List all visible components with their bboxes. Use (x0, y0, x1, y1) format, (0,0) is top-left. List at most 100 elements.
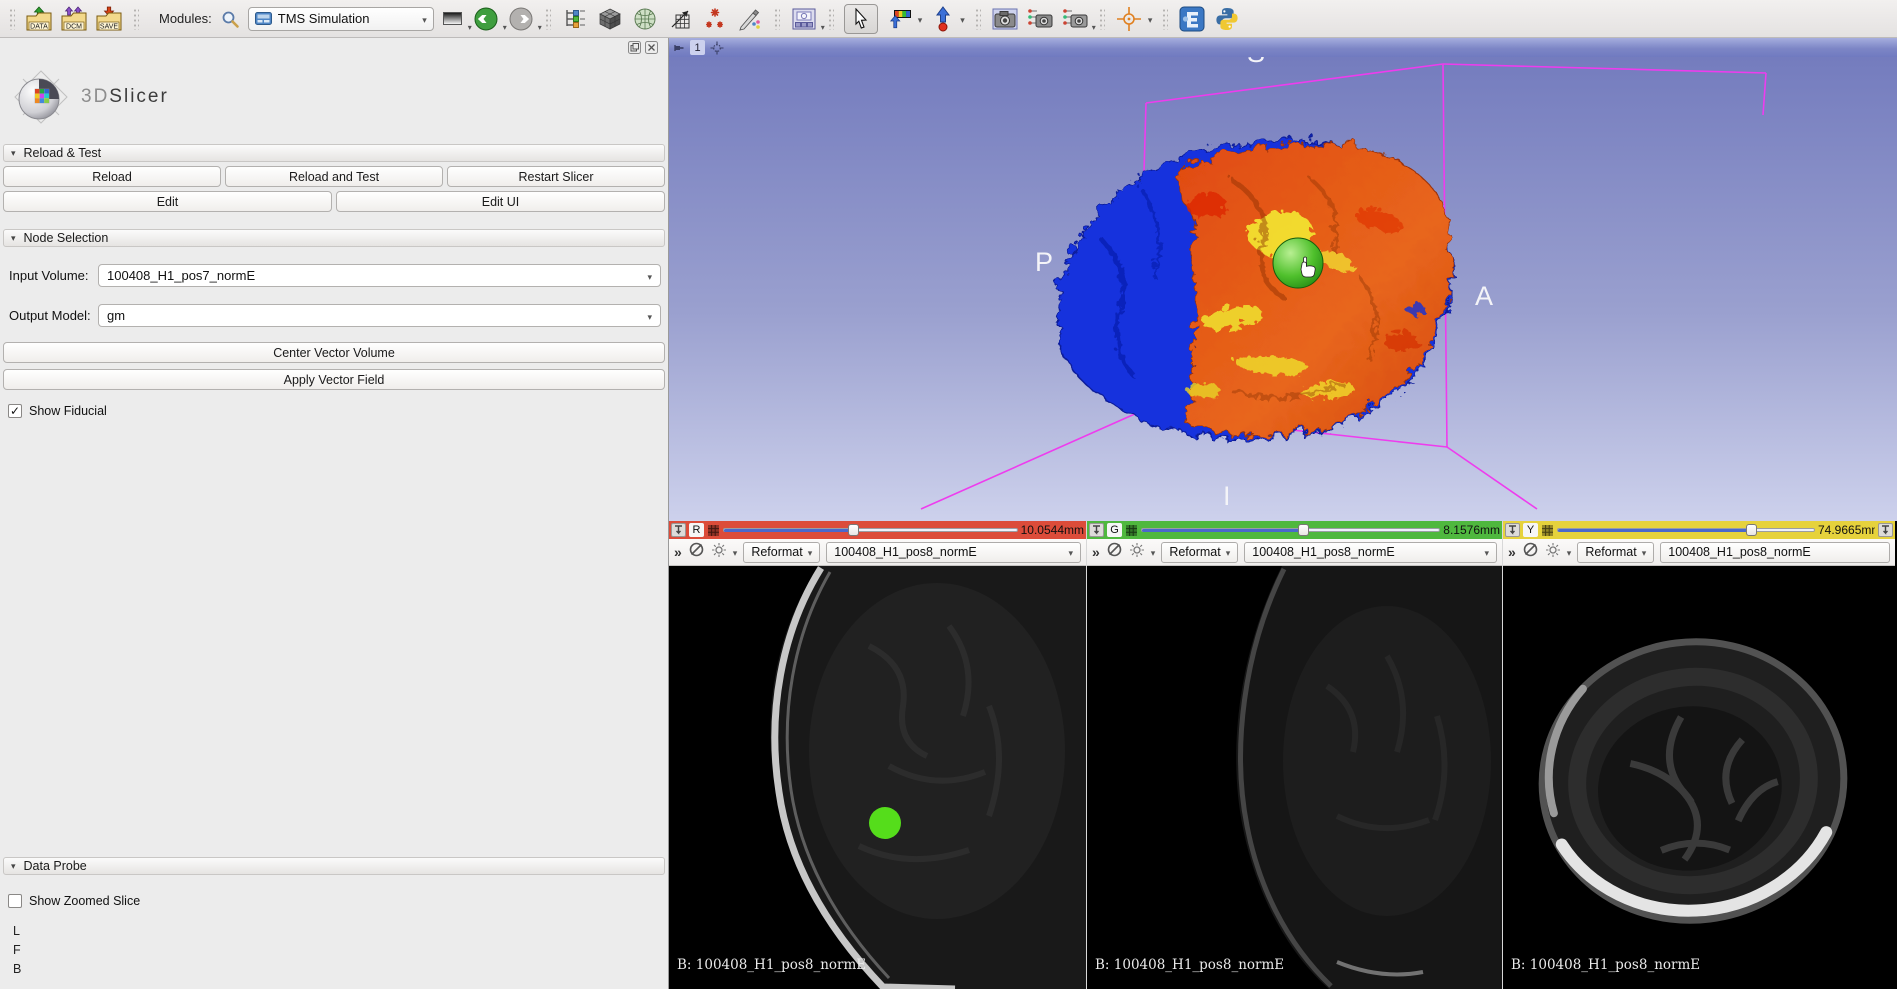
slice-view-red: R 10.0544mm Reformat 100 (669, 521, 1086, 989)
modules-label: Modules: (159, 11, 212, 26)
crosshair-icon[interactable] (1115, 5, 1143, 33)
section-node-selection[interactable]: Node Selection (3, 229, 665, 247)
volume-cube-icon[interactable] (596, 5, 624, 33)
view-options-icon[interactable] (710, 41, 724, 55)
load-data-icon[interactable]: DATA (25, 5, 53, 33)
window-level-icon[interactable] (441, 5, 465, 33)
slice-offset-slider[interactable] (723, 524, 1018, 536)
python-console-icon[interactable] (1213, 5, 1241, 33)
link-slices-icon[interactable] (1106, 541, 1123, 563)
restore-scene-view-icon[interactable] (1061, 5, 1089, 33)
mouse-pointer-icon[interactable] (844, 4, 878, 34)
restart-slicer-button[interactable]: Restart Slicer (447, 166, 665, 187)
slice-visibility-icon[interactable] (707, 524, 720, 537)
edit-button[interactable]: Edit (3, 191, 332, 212)
fiducial-sphere[interactable] (1273, 238, 1323, 288)
scene-view-icon[interactable] (1026, 5, 1054, 33)
toolbar-handle (9, 8, 15, 30)
slice-offset-slider[interactable] (1557, 524, 1815, 536)
pin-icon[interactable] (1878, 523, 1893, 537)
chevron-down-icon[interactable] (960, 10, 965, 28)
extensions-manager-icon[interactable] (1178, 5, 1206, 33)
reload-button[interactable]: Reload (3, 166, 221, 187)
slice-toolbar-red: Reformat 100408_H1_pos8_normE (669, 539, 1086, 566)
axis-row-l: L (13, 922, 665, 941)
slice-corner-label: B: 100408_H1_pos8_normE (1095, 957, 1284, 973)
close-panel-icon[interactable] (645, 41, 658, 54)
reformat-selector[interactable]: Reformat (1161, 542, 1238, 563)
slice-viewport-red[interactable]: B: 100408_H1_pos8_normE (669, 566, 1086, 989)
show-fiducial-checkbox[interactable] (8, 404, 22, 418)
pin-icon[interactable] (673, 42, 685, 54)
layout-icon[interactable] (790, 5, 818, 33)
more-controls-chevron-icon[interactable] (1508, 544, 1516, 560)
save-icon[interactable]: SAVE (95, 5, 123, 33)
section-title: Node Selection (24, 231, 109, 245)
slice-viewport-yellow[interactable]: B: 100408_H1_pos8_normE (1503, 566, 1895, 989)
slider-handle[interactable] (848, 524, 859, 536)
chevron-down-icon (647, 267, 652, 285)
module-tree-icon[interactable] (561, 5, 589, 33)
slice-visibility-eye-icon[interactable] (1545, 542, 1561, 563)
slice-letter-badge: G (1107, 523, 1122, 537)
input-volume-label: Input Volume: (9, 268, 98, 283)
more-controls-chevron-icon[interactable] (674, 544, 682, 560)
load-data-label: DATA (30, 23, 48, 30)
slice-offset-slider[interactable] (1141, 524, 1440, 536)
markups-icon[interactable] (701, 5, 729, 33)
module-selector[interactable]: TMS Simulation (248, 7, 434, 31)
place-fiducial-icon[interactable] (929, 5, 957, 33)
axis-row-b: B (13, 960, 665, 979)
link-slices-icon[interactable] (1522, 541, 1539, 563)
undock-panel-icon[interactable] (628, 41, 641, 54)
edit-ui-button[interactable]: Edit UI (336, 191, 665, 212)
history-back-icon[interactable] (472, 5, 500, 33)
slice-visibility-eye-icon[interactable] (1129, 542, 1145, 563)
apply-vector-field-button[interactable]: Apply Vector Field (3, 369, 665, 390)
pin-icon[interactable] (671, 523, 686, 537)
input-volume-selector[interactable]: 100408_H1_pos7_normE (98, 264, 661, 287)
slice-visibility-eye-icon[interactable] (711, 542, 727, 563)
history-forward-icon[interactable] (507, 5, 535, 33)
slice-viewport-green[interactable]: B: 100408_H1_pos8_normE (1087, 566, 1502, 989)
chevron-down-icon (821, 23, 825, 32)
volume-selector[interactable]: 100408_H1_pos8_normE (826, 542, 1081, 563)
slice-toolbar-yellow: Reformat 100408_H1_pos8_normE (1503, 539, 1895, 566)
module-search-icon[interactable] (219, 5, 241, 33)
show-zoomed-slice-checkbox[interactable] (8, 894, 22, 908)
reformat-selector[interactable]: Reformat (743, 542, 820, 563)
slice-view-yellow: Y 74.9665mm Reformat (1502, 521, 1895, 989)
annotations-icon[interactable] (736, 5, 764, 33)
volume-selector[interactable]: 100408_H1_pos8_normE (1660, 542, 1890, 563)
center-vector-volume-button[interactable]: Center Vector Volume (3, 342, 665, 363)
input-volume-value: 100408_H1_pos7_normE (107, 268, 647, 283)
volume-selector[interactable]: 100408_H1_pos8_normE (1244, 542, 1497, 563)
output-model-selector[interactable]: gm (98, 304, 661, 327)
threed-view[interactable]: S P A I (669, 57, 1897, 521)
chevron-down-icon[interactable] (733, 543, 738, 561)
dicom-icon[interactable]: DCM (60, 5, 88, 33)
adjust-window-level-icon[interactable] (885, 5, 915, 33)
section-reload-and-test[interactable]: Reload & Test (3, 144, 665, 162)
chevron-down-icon[interactable] (1151, 543, 1156, 561)
transforms-icon[interactable] (666, 5, 694, 33)
slider-handle[interactable] (1298, 524, 1309, 536)
reformat-selector[interactable]: Reformat (1577, 542, 1654, 563)
slider-handle[interactable] (1746, 524, 1757, 536)
chevron-down-icon (808, 543, 813, 561)
section-data-probe[interactable]: Data Probe (3, 857, 665, 875)
chevron-down-icon[interactable] (918, 10, 923, 28)
link-slices-icon[interactable] (688, 541, 705, 563)
screenshot-icon[interactable] (991, 5, 1019, 33)
reload-and-test-button[interactable]: Reload and Test (225, 166, 443, 187)
chevron-down-icon[interactable] (1567, 543, 1572, 561)
slice-visibility-icon[interactable] (1125, 524, 1138, 537)
slice-offset-value: 8.1576mm (1443, 523, 1500, 537)
more-controls-chevron-icon[interactable] (1092, 544, 1100, 560)
collapse-triangle-icon (11, 233, 16, 244)
slice-visibility-icon[interactable] (1541, 524, 1554, 537)
pin-icon[interactable] (1089, 523, 1104, 537)
models-sphere-icon[interactable] (631, 5, 659, 33)
chevron-down-icon[interactable] (1148, 10, 1153, 28)
pin-icon[interactable] (1505, 523, 1520, 537)
